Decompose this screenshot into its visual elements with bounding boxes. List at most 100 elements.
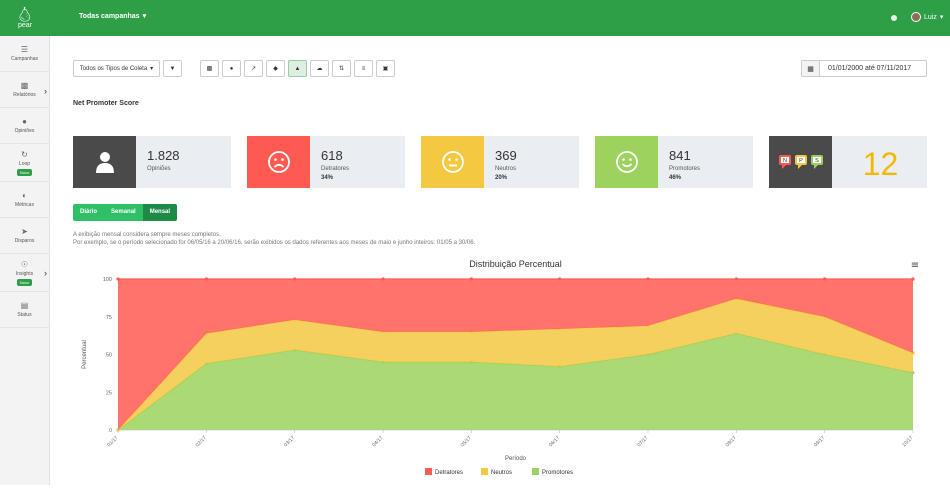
- period-weekly-button[interactable]: Semanal: [104, 204, 143, 221]
- legend-swatch: [532, 468, 539, 475]
- pear-icon: 🍐︎: [16, 5, 34, 22]
- data-point-detratores: [558, 277, 562, 281]
- sidebar-item-opinioes[interactable]: ● Opiniões: [0, 108, 49, 144]
- y-tick-label: 100: [103, 277, 112, 283]
- calendar-icon: ▦: [802, 61, 820, 76]
- page-title: Net Promoter Score: [73, 100, 139, 107]
- y-tick-label: 75: [106, 315, 112, 321]
- chevron-right-icon: ›: [44, 86, 47, 96]
- view-line-button[interactable]: ↗: [244, 60, 263, 77]
- filter-button[interactable]: ▼: [163, 60, 182, 77]
- status-dot-icon: [891, 15, 897, 21]
- hamburger-icon[interactable]: ≡: [911, 260, 919, 271]
- period-toggle: Diário Semanal Mensal: [73, 204, 178, 221]
- tag-icon: ◆: [273, 66, 278, 72]
- card-label: Opiniões: [147, 166, 171, 172]
- line-chart-icon: ↗: [250, 66, 257, 72]
- card-label: Detratores: [321, 166, 350, 172]
- card-value: 369: [495, 148, 517, 163]
- sidebar-item-campanhas[interactable]: ☰ Campanhas: [0, 36, 49, 72]
- period-info: A exibição mensal considera sempre meses…: [73, 231, 475, 247]
- sidebar-item-insights[interactable]: ☉ Insights Novo ›: [0, 254, 49, 292]
- sad-face-icon: [247, 136, 310, 188]
- app-logo[interactable]: 🍐︎ pear: [0, 0, 50, 36]
- sort-icon: ⇅: [338, 66, 345, 72]
- send-icon: ➤: [21, 227, 28, 236]
- legend-swatch: [481, 468, 488, 475]
- main-content: Todos os Tipos de Coleta ▾ ▼ ▩ ● ↗ ◆ ▲ ☁…: [50, 36, 950, 485]
- status-icon: ▤: [20, 301, 29, 310]
- card-percent: 20%: [495, 175, 508, 181]
- x-tick-label: 09/17: [813, 435, 826, 448]
- x-tick-label: 07/17: [636, 435, 649, 448]
- user-icon: [73, 136, 136, 188]
- x-tick-label: 01/17: [106, 435, 119, 448]
- sidebar-item-disparos[interactable]: ➤ Disparos: [0, 218, 49, 254]
- avatar: [911, 12, 921, 22]
- new-badge: Novo: [16, 168, 33, 176]
- date-range-picker[interactable]: ▦ 01/01/2000 até 07/11/2017: [801, 60, 927, 77]
- sidebar-item-metricas[interactable]: ◐ Métricas: [0, 182, 49, 218]
- data-point-detratores: [911, 277, 915, 281]
- sidebar-item-label: Disparos: [14, 238, 35, 244]
- data-point-detratores: [646, 277, 650, 281]
- legend-label: Neutros: [491, 470, 512, 476]
- nps-letter: S: [815, 158, 819, 164]
- card-value: 841: [669, 148, 691, 163]
- view-area-button[interactable]: ▲: [288, 60, 307, 77]
- sidebar-item-relatorios[interactable]: ▩ Relatórios ›: [0, 72, 49, 108]
- card-label: Neutros: [495, 166, 517, 172]
- neutral-face-icon: [421, 136, 484, 188]
- card-percent: 46%: [669, 175, 682, 181]
- view-sort-button[interactable]: ⇅: [332, 60, 351, 77]
- card-promotores: 841 Promotores 46%: [595, 136, 753, 188]
- metrics-icon: ◐: [22, 191, 27, 200]
- data-point-detratores: [734, 277, 738, 281]
- sidebar-item-label: Insights: [15, 270, 34, 277]
- user-menu[interactable]: Luiz ▾: [911, 12, 943, 22]
- sidebar-item-loop[interactable]: ↻ Loop Novo: [0, 144, 49, 182]
- x-axis-label: Período: [505, 456, 527, 462]
- data-point-detratores: [293, 277, 297, 281]
- x-tick-label: 06/17: [548, 435, 561, 448]
- campaign-dropdown[interactable]: Todas campanhas ▾: [79, 12, 146, 21]
- sidebar-item-label: Opiniões: [14, 128, 35, 134]
- legend-label: Detratores: [435, 470, 463, 476]
- logo-text: pear: [17, 21, 32, 29]
- collect-type-dropdown[interactable]: Todos os Tipos de Coleta ▾: [73, 60, 160, 77]
- map-icon: ▣: [382, 66, 389, 72]
- view-sliders-button[interactable]: ≡: [354, 60, 373, 77]
- view-map-button[interactable]: ▣: [376, 60, 395, 77]
- legend-label: Promotores: [542, 470, 573, 476]
- data-point-detratores: [823, 277, 827, 281]
- y-tick-label: 0: [109, 428, 112, 434]
- data-point-detratores: [469, 277, 473, 281]
- x-tick-label: 02/17: [195, 435, 208, 448]
- view-chat-button[interactable]: ●: [222, 60, 241, 77]
- chat-icon: ●: [22, 117, 27, 126]
- period-monthly-button[interactable]: Mensal: [142, 204, 178, 221]
- x-tick-label: 05/17: [460, 435, 473, 448]
- campaign-label: Todas campanhas: [79, 12, 140, 20]
- sidebar-item-label: Campanhas: [11, 56, 38, 62]
- cloud-icon: ☁: [316, 66, 323, 72]
- legend-swatch: [425, 468, 432, 475]
- card-nps: N P S 12: [769, 136, 927, 188]
- sidebar-item-label: Métricas: [15, 202, 34, 208]
- view-cloud-button[interactable]: ☁: [310, 60, 329, 77]
- new-badge: Novo: [16, 278, 33, 286]
- sidebar-item-label: Status: [17, 312, 32, 318]
- filter-icon: ▼: [169, 65, 176, 72]
- period-daily-button[interactable]: Diário: [73, 204, 105, 221]
- sidebar-item-label: Loop: [18, 160, 31, 167]
- data-point-detratores: [116, 277, 120, 281]
- nps-badge-icon: N P S: [769, 136, 832, 188]
- nps-letter: N: [783, 158, 787, 164]
- sidebar-item-status[interactable]: ▤ Status: [0, 292, 49, 328]
- user-name: Luiz: [924, 13, 937, 21]
- nps-letter: P: [799, 158, 803, 164]
- view-bar-button[interactable]: ▩: [200, 60, 219, 77]
- view-tag-button[interactable]: ◆: [266, 60, 285, 77]
- y-tick-label: 50: [106, 353, 112, 359]
- card-value: 1.828: [147, 148, 180, 163]
